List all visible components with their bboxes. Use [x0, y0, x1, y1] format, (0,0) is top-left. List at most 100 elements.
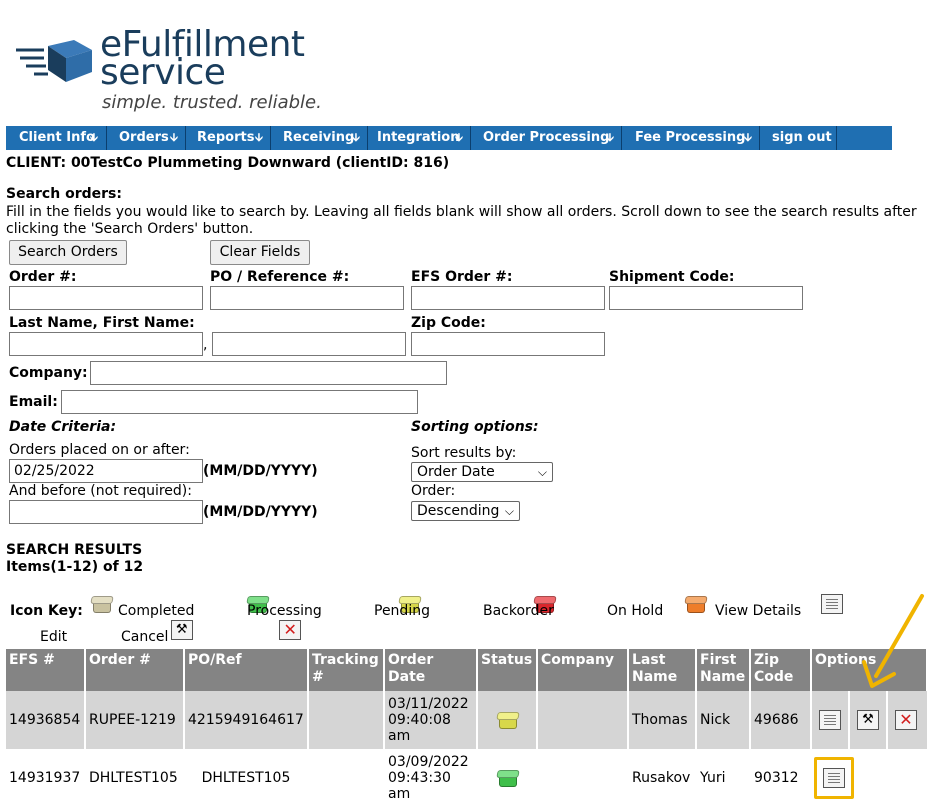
- cell-po: 4215949164617: [184, 691, 309, 749]
- shipment-code-input[interactable]: [609, 286, 803, 310]
- first-name-input[interactable]: [212, 332, 406, 356]
- date-from-input[interactable]: [9, 459, 203, 483]
- icon-key-label: Icon Key:: [10, 603, 83, 619]
- col-first-name: First Name: [696, 649, 751, 691]
- col-status: Status: [477, 649, 538, 691]
- order-date: 03/09/2022: [388, 754, 469, 770]
- view-details-icon[interactable]: [823, 768, 845, 788]
- sorting-options-heading: Sorting options:: [411, 419, 539, 435]
- clear-fields-button[interactable]: Clear Fields: [210, 240, 310, 265]
- cell-order: DHLTEST105: [85, 749, 185, 807]
- col-po-ref: PO/Ref: [184, 649, 309, 691]
- company-input[interactable]: [90, 361, 447, 385]
- cell-po: DHLTEST105: [184, 749, 309, 807]
- arrow-down-icon: 🡫: [255, 131, 263, 144]
- po-reference-input[interactable]: [210, 286, 404, 310]
- nav-label: Fee Processing: [635, 130, 746, 145]
- email-input[interactable]: [61, 390, 418, 414]
- nav-reports[interactable]: Reports 🡫: [186, 126, 271, 150]
- cell-first-name: Yuri: [696, 749, 751, 807]
- col-tracking: Tracking #: [308, 649, 385, 691]
- search-results-heading: SEARCH RESULTS: [6, 542, 143, 558]
- key-backorder: Backorder: [483, 603, 554, 619]
- cell-order: RUPEE-1219: [85, 691, 185, 749]
- order-direction-label: Order:: [411, 483, 456, 499]
- cell-zip: 49686: [750, 691, 812, 749]
- table-row: 14936854 RUPEE-1219 4215949164617 03/11/…: [6, 691, 927, 749]
- col-company: Company: [537, 649, 629, 691]
- view-details-icon[interactable]: [819, 710, 841, 730]
- box-completed-icon: [90, 595, 112, 613]
- nav-order-processing[interactable]: Order Processing 🡫: [471, 126, 622, 150]
- cell-options: ⚒ ✕: [811, 691, 927, 749]
- results-table: EFS # Order # PO/Ref Tracking # Order Da…: [6, 649, 928, 807]
- efs-order-input[interactable]: [411, 286, 605, 310]
- logo-line-2: service: [100, 52, 226, 93]
- zip-code-input[interactable]: [411, 332, 605, 356]
- key-cancel: Cancel: [121, 629, 169, 645]
- logo-box-icon: [16, 40, 92, 82]
- nav-label: Orders: [119, 130, 169, 145]
- cell-last-name: Thomas: [628, 691, 697, 749]
- cell-status: [477, 749, 538, 807]
- sort-by-select[interactable]: Order Date ⌵: [411, 462, 553, 482]
- search-orders-button[interactable]: Search Orders: [9, 240, 127, 265]
- nav-integration[interactable]: Integration 🡫: [368, 126, 471, 150]
- nav-client-info[interactable]: Client Info 🡫: [6, 126, 107, 150]
- chevron-down-icon: ⌵: [537, 465, 547, 479]
- logo-tagline: simple. trusted. reliable.: [102, 92, 322, 113]
- last-name-input[interactable]: [9, 332, 203, 356]
- col-zip-code: Zip Code: [750, 649, 812, 691]
- key-edit: Edit: [40, 629, 68, 645]
- cell-efs: 14936854: [6, 691, 86, 749]
- view-details-icon: [821, 594, 844, 614]
- annotation-arrow-icon: [862, 594, 924, 688]
- order-ampm: am: [388, 728, 411, 744]
- nav-receiving[interactable]: Receiving 🡫: [271, 126, 368, 150]
- nav-orders[interactable]: Orders 🡫: [107, 126, 186, 150]
- order-direction-select[interactable]: Descending ⌵: [411, 501, 520, 521]
- box-processing-icon: [496, 769, 518, 787]
- main-nav: Client Info 🡫 Orders 🡫 Reports 🡫 Receivi…: [6, 126, 892, 150]
- arrow-down-icon: 🡫: [90, 131, 98, 144]
- nav-sign-out[interactable]: sign out: [760, 126, 837, 150]
- date-to-input[interactable]: [9, 500, 203, 524]
- name-separator: ,: [203, 337, 208, 353]
- date-criteria-heading: Date Criteria:: [9, 419, 117, 435]
- placed-on-after-label: Orders placed on or after:: [9, 442, 190, 458]
- box-pending-icon: [496, 711, 518, 729]
- box-on-hold-icon: [684, 595, 706, 613]
- company-label: Company:: [9, 365, 88, 381]
- table-header-row: EFS # Order # PO/Ref Tracking # Order Da…: [6, 649, 928, 691]
- edit-icon[interactable]: ⚒: [857, 710, 879, 730]
- key-on-hold: On Hold: [607, 603, 664, 619]
- order-number-label: Order #:: [9, 269, 77, 285]
- cancel-icon[interactable]: ✕: [895, 710, 917, 730]
- client-line: CLIENT: 00TestCo Plummeting Downward (cl…: [6, 155, 450, 171]
- col-efs: EFS #: [6, 649, 86, 691]
- arrow-down-icon: 🡫: [744, 131, 752, 144]
- sort-by-label: Sort results by:: [411, 445, 517, 461]
- cell-order-date: 03/11/2022 09:40:08 am: [384, 691, 478, 749]
- key-completed: Completed: [118, 603, 195, 619]
- items-count: Items(1-12) of 12: [6, 559, 144, 575]
- order-number-input[interactable]: [9, 286, 203, 310]
- nav-label: sign out: [772, 130, 832, 145]
- arrow-down-icon: 🡫: [352, 131, 360, 144]
- nav-label: Client Info: [19, 130, 95, 145]
- nav-fee-processing[interactable]: Fee Processing 🡫: [622, 126, 760, 150]
- arrow-down-icon: 🡫: [455, 131, 463, 144]
- cell-last-name: Rusakov: [628, 749, 697, 807]
- key-view-details: View Details: [715, 603, 802, 619]
- cell-options: [811, 749, 927, 807]
- cell-order-date: 03/09/2022 09:43:30 am: [384, 749, 478, 807]
- col-order-date: Order Date: [384, 649, 478, 691]
- po-reference-label: PO / Reference #:: [210, 269, 350, 285]
- nav-label: Integration: [377, 130, 460, 145]
- key-processing: Processing: [247, 603, 322, 619]
- search-instructions: Fill in the fields you would like to sea…: [6, 204, 917, 237]
- order-time: 09:40:08: [388, 712, 451, 728]
- name-label: Last Name, First Name:: [9, 315, 195, 331]
- chevron-down-icon: ⌵: [504, 504, 514, 518]
- date-format-hint-2: (MM/DD/YYYY): [203, 504, 318, 520]
